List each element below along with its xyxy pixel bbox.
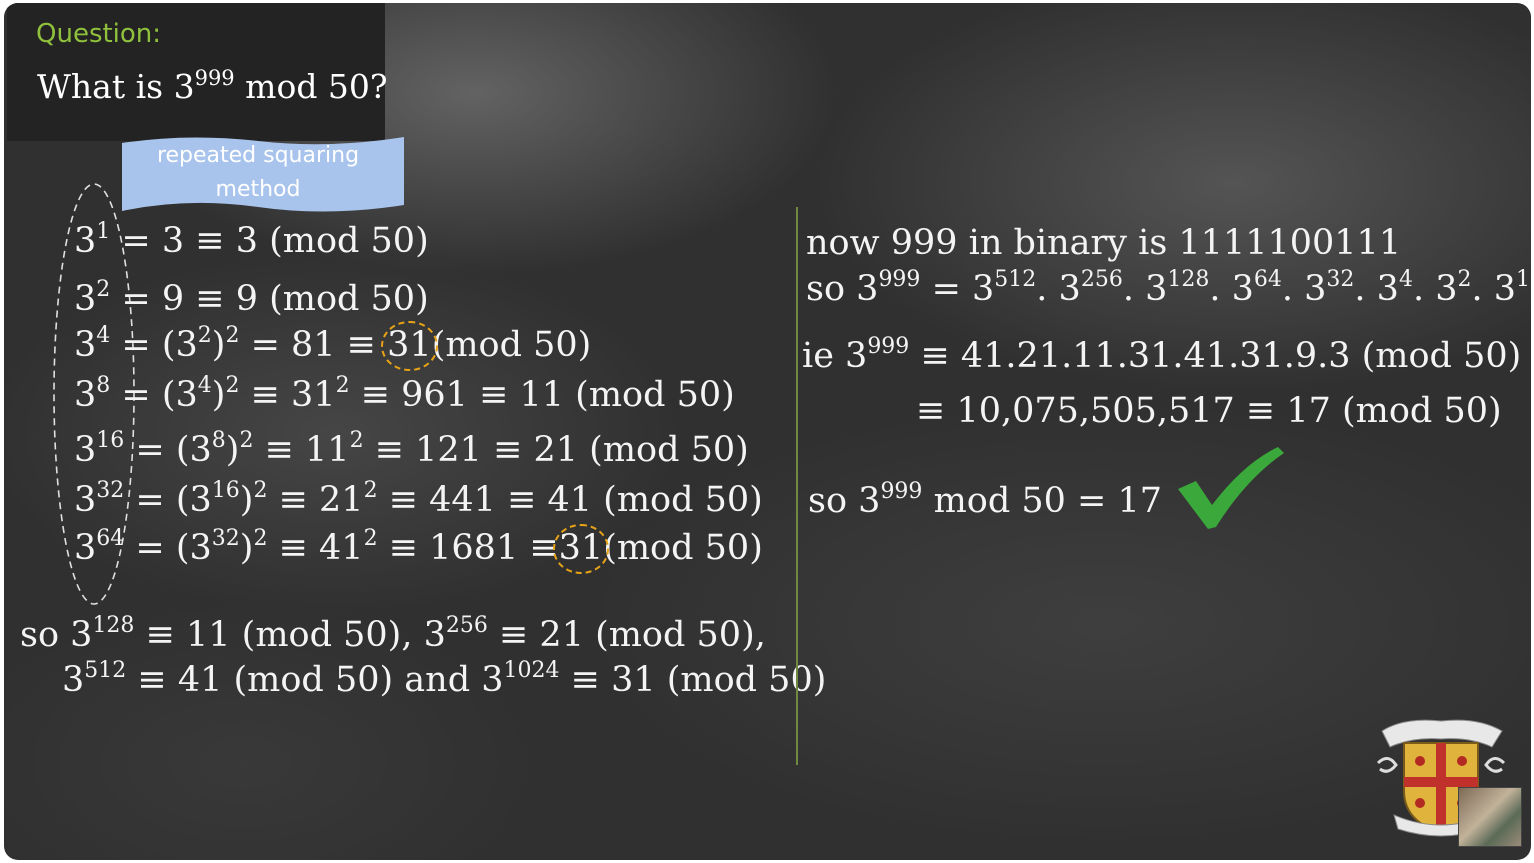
question-box: Question: What is 3999 mod 50? <box>7 3 388 141</box>
final-answer: so 3999 mod 50 = 17 <box>808 479 1163 522</box>
slide: Question: What is 3999 mod 50? repeated … <box>4 3 1531 860</box>
binary-line: now 999 in binary is 1111100111 <box>806 223 1402 263</box>
so-line-2: 3512 ≡ 41 (mod 50) and 31024 ≡ 31 (mod 5… <box>62 658 827 701</box>
question-label: Question: <box>36 19 162 49</box>
power-line-2: 32 = 9 ≡ 9 (mod 50) <box>74 277 429 320</box>
method-label: repeated squaring method <box>156 143 360 202</box>
highlight-31-first: 31 <box>381 321 438 371</box>
question-text: What is 3999 mod 50? <box>37 66 388 106</box>
highlight-31-second: 31 <box>552 524 609 574</box>
power-line-8: 38 = (34)2 ≡ 312 ≡ 961 ≡ 11 (mod 50) <box>74 373 735 416</box>
method-banner: repeated squaring method <box>118 131 404 215</box>
product-line: ie 3999 ≡ 41.21.11.31.41.31.9.3 (mod 50) <box>802 334 1522 377</box>
column-divider <box>796 207 798 765</box>
video-thumbnail <box>1458 787 1522 847</box>
factorization-line: so 3999 = 3512. 3256. 3128. 364. 332. 34… <box>806 267 1531 310</box>
checkmark-icon <box>1178 447 1284 529</box>
result-line: ≡ 10,075,505,517 ≡ 17 (mod 50) <box>916 391 1502 431</box>
power-line-4: 34 = (32)2 = 81 ≡ 31(mod 50) <box>74 321 592 371</box>
power-line-64: 364 = (332)2 ≡ 412 ≡ 1681 ≡31(mod 50) <box>74 524 763 574</box>
power-line-16: 316 = (38)2 ≡ 112 ≡ 121 ≡ 21 (mod 50) <box>74 428 749 471</box>
power-line-32: 332 = (316)2 ≡ 212 ≡ 441 ≡ 41 (mod 50) <box>74 478 763 521</box>
so-line-1: so 3128 ≡ 11 (mod 50), 3256 ≡ 21 (mod 50… <box>20 613 766 656</box>
power-line-1: 31 = 3 ≡ 3 (mod 50) <box>74 219 429 262</box>
